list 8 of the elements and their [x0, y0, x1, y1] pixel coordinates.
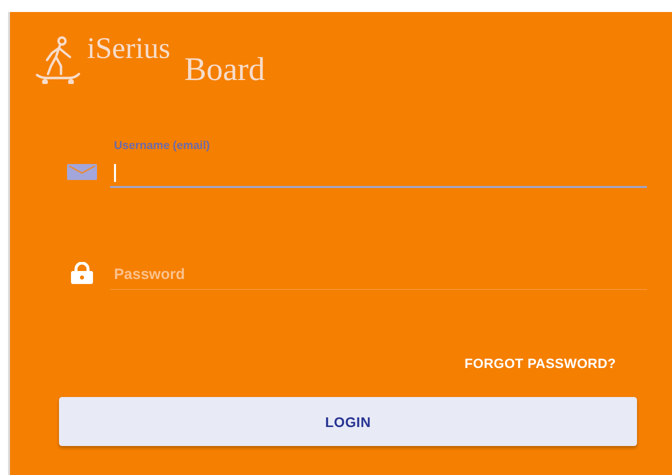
lock-icon [70, 262, 94, 284]
login-button[interactable]: LOGIN [59, 397, 637, 446]
skateboarder-icon [35, 36, 81, 84]
envelope-icon [67, 164, 97, 180]
password-field[interactable]: Password [110, 260, 647, 290]
field-label: Username (email) [113, 140, 211, 152]
logo-text: iSerius [87, 34, 170, 64]
logo-text: Board [184, 54, 265, 87]
